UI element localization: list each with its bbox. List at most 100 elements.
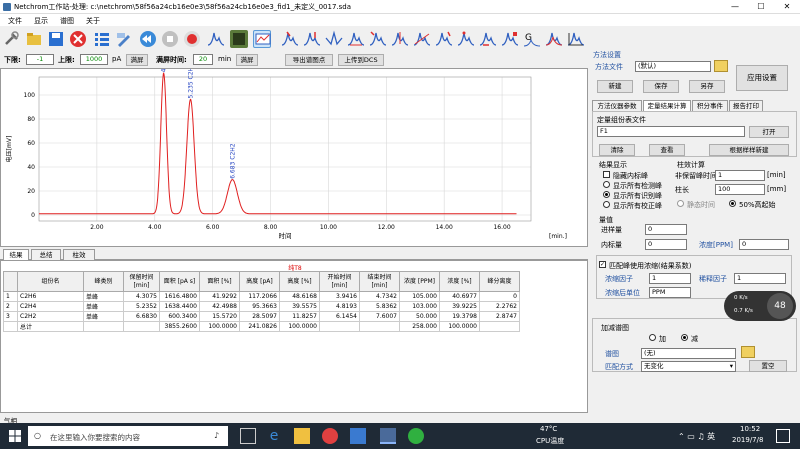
view-quant-button[interactable]: 查看 xyxy=(649,144,685,156)
tools-icon[interactable] xyxy=(3,30,21,48)
chromatogram-chart[interactable]: 2.00 4.00 6.00 8.00 10.00 12.00 14.00 16.00 0 20 4… xyxy=(0,37,588,247)
delete-icon[interactable] xyxy=(69,30,87,48)
quant-file-input[interactable]: F1 xyxy=(597,126,745,137)
conc-factor-input[interactable]: 1 xyxy=(649,273,691,284)
integrate-start-icon[interactable] xyxy=(281,30,299,48)
network-speed-widget[interactable]: 0 K/s 0.7 K/s 48 xyxy=(724,291,796,321)
tab-report-print[interactable]: 报告打印 xyxy=(729,100,763,111)
area-icon[interactable] xyxy=(479,30,497,48)
record-icon[interactable] xyxy=(183,30,201,48)
windows-start-icon[interactable] xyxy=(9,430,21,442)
baseline-icon[interactable] xyxy=(369,30,387,48)
shoulder-icon[interactable] xyxy=(347,30,365,48)
list-icon[interactable] xyxy=(93,30,111,48)
conc-ppm-input[interactable]: 0 xyxy=(739,239,789,250)
full-time-input[interactable]: 20 xyxy=(193,54,213,65)
full-screen-button[interactable]: 满屏 xyxy=(126,54,148,66)
tab-results[interactable]: 结果 xyxy=(3,249,29,260)
tangent-icon[interactable] xyxy=(413,30,431,48)
table-row[interactable]: 总计 3855.2600 100.0000 241.0826 100.0000 258.0… xyxy=(3,321,520,332)
taskbar-search[interactable]: ○ 在这里输入你要搜索的内容 ♪ xyxy=(28,426,228,446)
upper-limit-input[interactable]: 1000 xyxy=(80,54,108,65)
save-as-method-button[interactable]: 另存 xyxy=(689,80,725,93)
valley-icon[interactable] xyxy=(325,30,343,48)
app-icon-blue[interactable] xyxy=(350,428,366,444)
save-icon[interactable] xyxy=(47,30,65,48)
lower-limit-input[interactable]: -1 xyxy=(26,54,54,65)
file-explorer-icon[interactable] xyxy=(294,428,310,444)
unretained-time-input[interactable]: 1 xyxy=(715,170,765,181)
overlay-icon[interactable] xyxy=(567,30,585,48)
task-view-icon[interactable] xyxy=(240,428,256,444)
text-label-icon[interactable]: G xyxy=(523,30,541,48)
table-row[interactable]: 1 C2H6 单峰 4.3075 1616.4800 41.9292 117.2066 48.… xyxy=(3,291,520,302)
upload-dcs-button[interactable]: 上传到DCS xyxy=(338,54,384,66)
tab-instrument-params[interactable]: 方法仪器参数 xyxy=(592,100,642,111)
full-screen-time-button[interactable]: 满屏 xyxy=(236,54,258,66)
conc-unit-input[interactable]: PPM xyxy=(649,287,691,298)
drop-line-icon[interactable] xyxy=(435,30,453,48)
tab-column-efficiency[interactable]: 柱效 xyxy=(63,249,95,260)
clear-quant-button[interactable]: 清除 xyxy=(599,144,635,156)
sub-radio[interactable] xyxy=(681,334,688,341)
tab-summary[interactable]: 总结 xyxy=(31,249,61,260)
report-icon[interactable] xyxy=(253,30,271,48)
chromatogram-input[interactable]: (无) xyxy=(641,348,736,359)
table-row[interactable]: 2 C2H4 单峰 5.2352 1638.4400 42.4988 95.3663 39.5… xyxy=(3,301,520,312)
wechat-icon[interactable] xyxy=(408,428,424,444)
menu-view[interactable]: 显示 xyxy=(34,16,48,26)
integrate-end-icon[interactable] xyxy=(303,30,321,48)
table-row[interactable]: 3 C2H2 单峰 6.6830 600.3400 15.5720 28.5097 11.82… xyxy=(3,311,520,322)
show-detected-radio[interactable] xyxy=(603,181,610,188)
menu-file[interactable]: 文件 xyxy=(8,16,22,26)
compare-icon[interactable] xyxy=(545,30,563,48)
open-quant-button[interactable]: 打开 xyxy=(749,126,789,138)
peak-split-icon[interactable] xyxy=(391,30,409,48)
clear-chromatogram-button[interactable]: 置空 xyxy=(749,360,787,372)
internal-std-input[interactable]: 0 xyxy=(645,239,687,250)
tab-quant-results[interactable]: 定量结果计算 xyxy=(643,100,691,111)
notification-icon[interactable] xyxy=(776,429,790,443)
match-method-select[interactable]: 无变化 ▾ xyxy=(641,361,736,372)
merge-icon[interactable] xyxy=(457,30,475,48)
terminal-icon[interactable] xyxy=(230,30,248,48)
show-corrected-radio[interactable] xyxy=(603,201,610,208)
hide-internal-checkbox[interactable] xyxy=(603,171,610,178)
peak-view-icon[interactable] xyxy=(207,30,225,48)
open-folder-icon[interactable] xyxy=(714,60,728,72)
taskbar: ○ 在这里输入你要搜索的内容 ♪ e 47°C CPU温度 ⌃ ▭ ♫ 英 10… xyxy=(0,423,800,449)
show-identified-radio[interactable] xyxy=(603,191,610,198)
close-button[interactable]: ✕ xyxy=(778,1,796,13)
half-peak-radio[interactable] xyxy=(729,200,736,207)
table-cell: 40.6977 xyxy=(439,291,480,302)
build-from-sample-button[interactable]: 根据样样新建 xyxy=(709,144,789,156)
maximize-button[interactable]: ☐ xyxy=(752,1,770,13)
add-radio[interactable] xyxy=(649,334,656,341)
method-file-input[interactable]: (默认) xyxy=(635,61,711,72)
match-factor-checkbox[interactable]: ✓ xyxy=(599,261,606,268)
open-folder-icon[interactable] xyxy=(25,30,43,48)
menu-about[interactable]: 关于 xyxy=(86,16,100,26)
export-points-button[interactable]: 导出谱图点 xyxy=(285,54,333,66)
apply-settings-button[interactable]: 应用设置 xyxy=(736,65,788,91)
minimize-button[interactable]: — xyxy=(726,1,744,13)
browse-folder-icon[interactable] xyxy=(741,346,755,358)
rewind-icon[interactable] xyxy=(139,30,157,48)
tab-integration-events[interactable]: 积分事件 xyxy=(692,100,728,111)
inject-amount-input[interactable]: 0 xyxy=(645,224,687,235)
netchrom-taskbar-icon[interactable] xyxy=(380,428,396,444)
edge-browser-icon[interactable]: e xyxy=(266,428,282,444)
new-method-button[interactable]: 新建 xyxy=(597,80,633,93)
dilute-factor-input[interactable]: 1 xyxy=(734,273,786,284)
edit-icon[interactable] xyxy=(115,30,133,48)
browser-icon[interactable] xyxy=(322,428,338,444)
tray-icons[interactable]: ⌃ ▭ ♫ 英 xyxy=(678,431,715,442)
marker-icon[interactable] xyxy=(501,30,519,48)
static-time-radio[interactable] xyxy=(677,200,684,207)
stop-icon[interactable] xyxy=(161,30,179,48)
conc-ppm-label: 浓度[PPM] xyxy=(699,241,733,249)
y-tick-label: 80 xyxy=(27,116,35,123)
menu-chromatogram[interactable]: 谱图 xyxy=(60,16,74,26)
column-length-input[interactable]: 100 xyxy=(715,184,765,195)
save-method-button[interactable]: 保存 xyxy=(643,80,679,93)
